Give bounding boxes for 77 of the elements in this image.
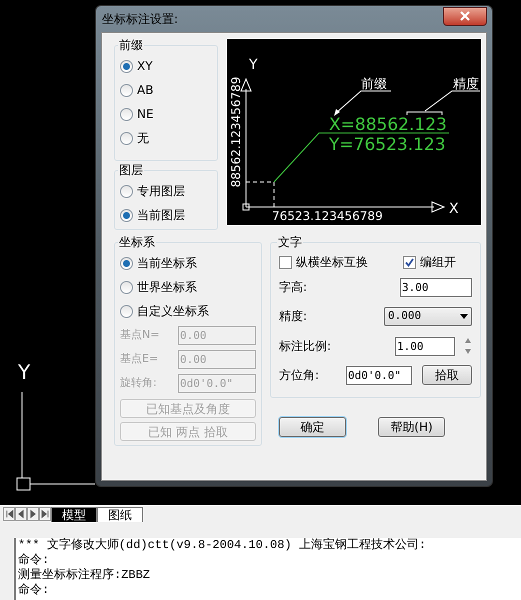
field-label: 字高: — [279, 279, 308, 296]
group-title: 坐标系 — [118, 234, 156, 251]
window-title: 坐标标注设置: — [102, 11, 178, 28]
radio-button[interactable] — [120, 184, 133, 198]
axis-label: X — [449, 201, 459, 217]
radio-label: XY — [137, 58, 153, 75]
command-line: 命令: — [18, 583, 50, 598]
radio-option[interactable]: 世界坐标系 — [120, 275, 256, 299]
radio-option[interactable]: 无 — [120, 126, 212, 150]
dashed-guide-line — [246, 182, 274, 208]
radio-label: 无 — [137, 130, 149, 147]
prefix-label-text: 前缀 — [361, 77, 387, 92]
dropdown-value: 0.000 — [388, 308, 422, 324]
precision-label-text: 精度 — [453, 77, 479, 92]
radio-button[interactable] — [120, 84, 133, 96]
x-coordinate-value: 76523.123456789 — [272, 209, 383, 223]
checkbox[interactable] — [279, 256, 292, 268]
ucs-axis-label: Y — [18, 362, 30, 382]
command-line: 测量坐标标注程序:ZBBZ — [18, 568, 152, 583]
close-button[interactable] — [443, 6, 487, 26]
prefix-leader-line — [334, 90, 392, 116]
y-coordinate-value: 88562.123456789 — [229, 76, 243, 188]
checkbox[interactable] — [403, 256, 416, 268]
field-label: 基点E= — [120, 350, 158, 367]
field-label: 基点N= — [120, 326, 160, 343]
radio-label: NE — [137, 106, 154, 123]
pick-button[interactable]: 拾取 — [422, 365, 472, 385]
x-label-text: X=88562.123 — [329, 115, 447, 135]
radio-option[interactable]: NE — [120, 102, 212, 126]
radio-option[interactable]: 当前图层 — [120, 203, 212, 227]
radio-label: 当前图层 — [137, 207, 185, 224]
dropdown[interactable]: 0.000 — [384, 306, 472, 326]
input-field[interactable]: 1.00 — [395, 336, 455, 356]
dropdown-arrow-icon — [460, 314, 468, 318]
tab-scroll-icon[interactable] — [3, 507, 15, 521]
axis-label: Y — [249, 57, 258, 73]
radio-label: 专用图层 — [137, 183, 185, 200]
command-line: *** 文字修改大师(dd)ctt(v9.8-2004.10.08) 上海宝钢工程技术公司: — [18, 538, 428, 553]
radio-label: AB — [137, 82, 154, 99]
command-line: 命令: — [18, 553, 50, 568]
group-title: 图层 — [118, 162, 144, 179]
radio-button[interactable] — [120, 108, 133, 120]
radio-button[interactable] — [120, 60, 133, 72]
field-label: 精度: — [279, 308, 308, 325]
close-icon — [460, 11, 470, 21]
y-label-text: Y=76523.123 — [329, 135, 446, 155]
radio-button[interactable] — [120, 208, 133, 222]
origin-marker — [242, 204, 250, 210]
layout-tab[interactable]: 模型 — [51, 507, 97, 522]
radio-label: 世界坐标系 — [137, 279, 197, 296]
input-field[interactable]: 0d0'0.0" — [346, 366, 412, 384]
radio-label: 自定义坐标系 — [137, 303, 209, 320]
group-title: 文字 — [277, 234, 303, 251]
dialog-button[interactable]: 帮助(H) — [378, 417, 445, 437]
radio-button[interactable] — [120, 304, 133, 318]
field-label: 方位角: — [279, 367, 320, 384]
radio-button[interactable] — [120, 280, 133, 294]
radio-option[interactable]: 自定义坐标系 — [120, 299, 256, 323]
spinner-icon[interactable] — [464, 336, 472, 356]
radio-option[interactable]: 专用图层 — [120, 179, 212, 203]
input-field[interactable]: 3.00 — [400, 278, 472, 296]
field-label: 旋转角: — [120, 374, 157, 391]
radio-button[interactable] — [120, 132, 133, 144]
checkbox-label: 纵横坐标互换 — [296, 254, 368, 271]
radio-button[interactable] — [120, 256, 133, 270]
dialog-button[interactable]: 确定 — [279, 417, 346, 437]
tab-scroll-icon[interactable] — [39, 507, 51, 521]
checkbox-label: 编组开 — [420, 254, 456, 271]
radio-option[interactable]: XY — [120, 54, 212, 78]
radio-label: 当前坐标系 — [137, 255, 197, 272]
radio-option[interactable]: AB — [120, 78, 212, 102]
group-title: 前缀 — [118, 37, 144, 54]
radio-option[interactable]: 当前坐标系 — [120, 251, 256, 275]
field-label: 标注比例: — [279, 338, 332, 355]
tab-scroll-icon[interactable] — [27, 507, 39, 521]
checkmark-icon — [405, 258, 414, 266]
layout-tab[interactable]: 图纸 — [97, 507, 143, 522]
